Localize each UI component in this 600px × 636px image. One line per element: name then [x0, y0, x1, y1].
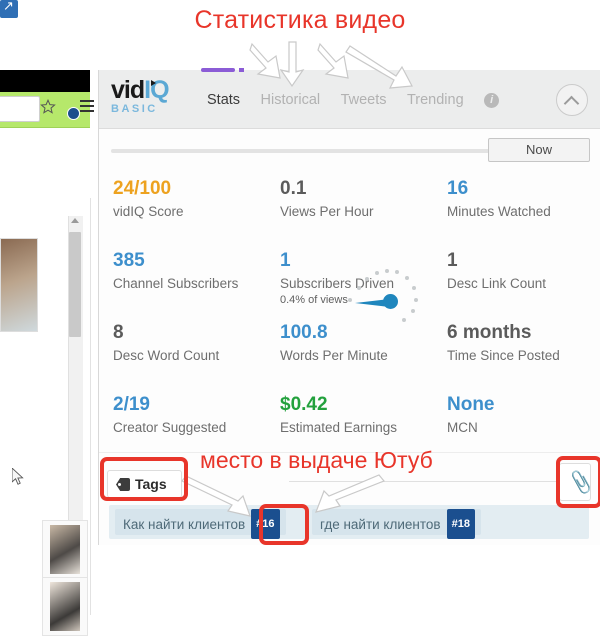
tab-trending[interactable]: Trending	[407, 92, 464, 108]
bookmark-star-icon[interactable]	[40, 99, 56, 115]
loading-spinner-icon	[347, 268, 419, 328]
stat-label: Time Since Posted	[447, 348, 560, 363]
timeline-now-button[interactable]: Now	[488, 138, 590, 162]
stat-label: Minutes Watched	[447, 204, 551, 219]
stat-time-since-posted: 6 months Time Since Posted	[433, 315, 600, 387]
stat-value: 24/100	[113, 178, 172, 199]
logo-text-vid: vid	[111, 76, 145, 104]
page-scrollbar-thumb[interactable]	[69, 232, 81, 337]
stat-value: 16	[447, 178, 469, 199]
play-triangle-icon	[151, 80, 156, 86]
tab-stats[interactable]: Stats	[207, 92, 240, 108]
stat-mcn: None MCN	[433, 387, 600, 459]
stat-desc-link-count: 1 Desc Link Count	[433, 243, 600, 315]
stat-value: 1	[447, 250, 458, 271]
tab-indicator-dot	[239, 68, 244, 72]
browser-titlebar	[0, 70, 90, 92]
info-icon[interactable]: i	[484, 93, 500, 108]
address-bar-input[interactable]	[0, 96, 40, 122]
annotation-box-tags	[100, 457, 188, 501]
extension-badge	[67, 107, 80, 120]
section-divider	[289, 481, 589, 482]
thumbnail-image	[50, 582, 80, 631]
vidiq-logo: vidIQ BASIC	[111, 76, 197, 116]
list-item[interactable]	[42, 520, 88, 579]
tab-tweets[interactable]: Tweets	[341, 92, 387, 108]
stat-label: vidIQ Score	[113, 204, 184, 219]
stat-label: Estimated Earnings	[280, 420, 398, 435]
stat-label: Words Per Minute	[280, 348, 388, 363]
spinner-knob-icon	[383, 294, 398, 309]
annotation-title: Статистика видео	[194, 6, 406, 34]
stat-label: Desc Word Count	[113, 348, 220, 363]
tag-chip-text: Как найти клиентов	[123, 517, 246, 532]
tags-list: Как найти клиентов #16 где найти клиентов…	[109, 505, 589, 539]
hamburger-menu-icon[interactable]	[80, 100, 94, 112]
stat-channel-subscribers: 385 Channel Subscribers	[99, 243, 266, 315]
annotation-box-rank	[259, 504, 309, 545]
stat-value: 6 months	[447, 322, 532, 343]
stat-value: 2/19	[113, 394, 150, 415]
stat-label: Channel Subscribers	[113, 276, 239, 291]
stat-label: Views Per Hour	[280, 204, 374, 219]
collapse-panel-button[interactable]	[556, 84, 588, 116]
stat-value: 0.1	[280, 178, 307, 199]
tag-chip[interactable]: где найти клиентов #18	[312, 509, 481, 539]
tag-rank-badge: #18	[446, 509, 475, 539]
stat-label: Desc Link Count	[447, 276, 547, 291]
tab-underline-indicator	[201, 68, 235, 72]
logo-tagline: BASIC	[111, 103, 158, 115]
stat-value: 8	[113, 322, 124, 343]
logo-text-iq: IQ	[144, 76, 169, 104]
annotation-box-attach	[556, 456, 600, 508]
stat-views-per-hour: 0.1 Views Per Hour	[266, 171, 433, 243]
annotation-subtitle: место в выдаче Ютуб	[200, 447, 433, 473]
stat-desc-word-count: 8 Desc Word Count	[99, 315, 266, 387]
panel-header: vidIQ BASIC Stats Historical Tweets Tren…	[99, 68, 600, 129]
stat-label: MCN	[447, 420, 478, 435]
tag-chip-text: где найти клиентов	[320, 517, 441, 532]
thumbnail-image	[50, 525, 80, 574]
list-item[interactable]	[42, 577, 88, 636]
mouse-cursor-icon	[12, 468, 24, 485]
stats-row: 24/100 vidIQ Score 0.1 Views Per Hour 16…	[99, 171, 600, 243]
stat-label: Creator Suggested	[113, 420, 227, 435]
tab-historical[interactable]: Historical	[261, 92, 321, 108]
stat-minutes-watched: 16 Minutes Watched	[433, 171, 600, 243]
stat-value: None	[447, 394, 495, 415]
stat-vidiq-score: 24/100 vidIQ Score	[99, 171, 266, 243]
panel-tabs: Stats Historical Tweets Trending i	[207, 91, 500, 109]
timeline-slider-row: Now	[99, 129, 600, 167]
stat-value: 385	[113, 250, 145, 271]
stat-value: $0.42	[280, 394, 328, 415]
browser-window-edge	[0, 70, 98, 636]
page-thumbnail-image	[0, 238, 38, 332]
scroll-up-arrow-icon[interactable]	[71, 218, 79, 223]
